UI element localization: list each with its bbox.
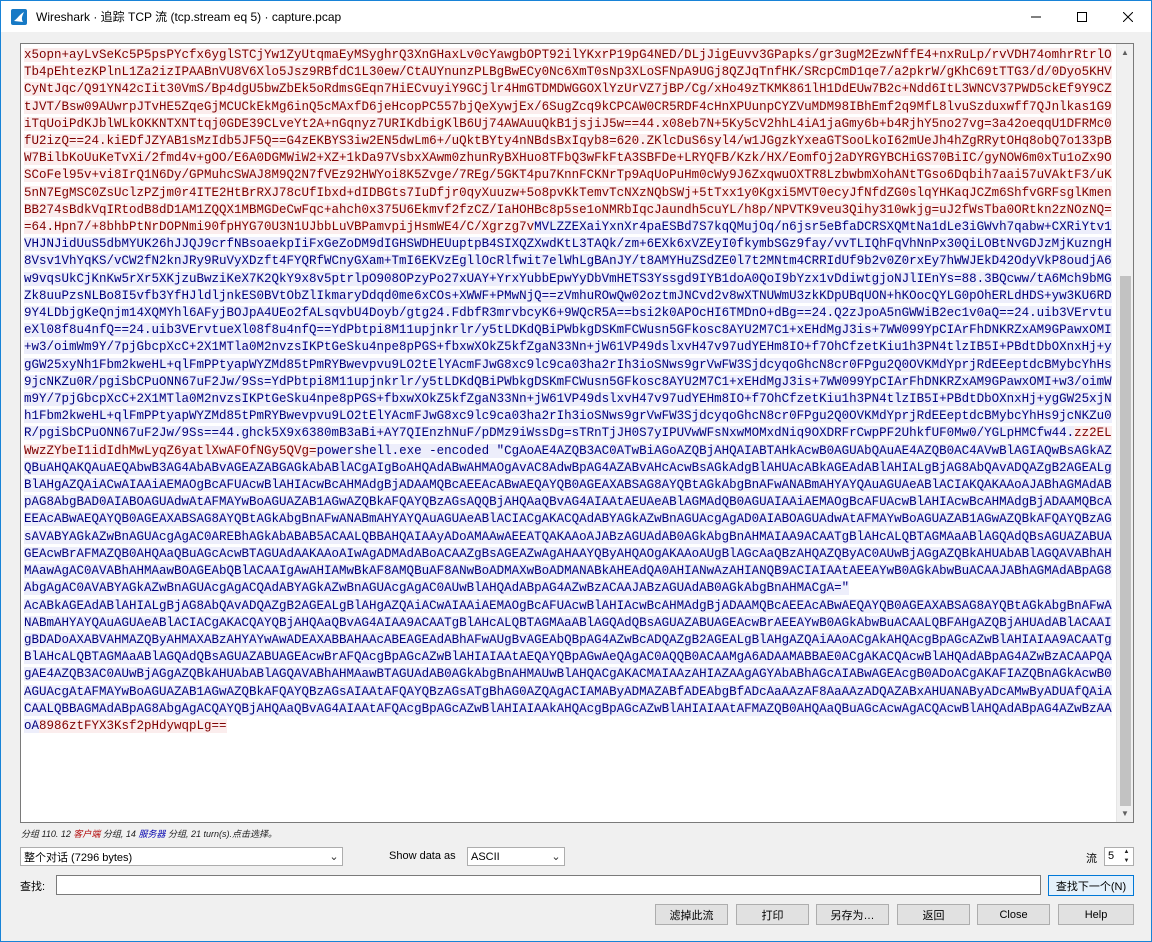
client-label: 客户端	[73, 829, 101, 839]
stream-text[interactable]: x5opn+ayLvSeKc5P5psPYcfx6yglSTCjYw1ZyUtq…	[24, 47, 1117, 819]
wireshark-fin-icon	[10, 8, 28, 26]
find-next-button[interactable]: 查找下一个(N)	[1048, 875, 1134, 896]
conversation-select[interactable]: 整个对话 (7296 bytes) ⌄	[20, 847, 343, 866]
close-button[interactable]: Close	[977, 904, 1050, 925]
show-data-select-value: ASCII	[471, 850, 500, 863]
client-segment[interactable]: 8986ztFYX3Ksf2pHdywqpLg==	[39, 718, 227, 733]
show-data-label: Show data as	[389, 850, 456, 862]
save-as-button[interactable]: 另存为…	[816, 904, 889, 925]
spin-down-icon[interactable]: ▼	[1120, 857, 1133, 865]
stream-summary: 分组 110. 12 客户端 分组, 14 服务器 分组, 21 turn(s)…	[21, 827, 277, 840]
filter-out-button[interactable]: 滤掉此流	[655, 904, 728, 925]
stream-content-area[interactable]: x5opn+ayLvSeKc5P5psPYcfx6yglSTCjYw1ZyUtq…	[20, 43, 1134, 823]
show-data-select[interactable]: ASCII ⌄	[467, 847, 565, 866]
title-bar[interactable]: Wireshark · 追踪 TCP 流 (tcp.stream eq 5) ·…	[1, 1, 1151, 32]
server-segment[interactable]: MVLZZEXaiYxnXr4paESBd7S7kqQMujOq/n6jsr5e…	[24, 220, 1112, 441]
minimize-button[interactable]	[1013, 1, 1059, 32]
summary-mid: 分组, 14	[102, 829, 136, 839]
chevron-down-icon: ⌄	[551, 851, 561, 863]
vertical-scrollbar[interactable]: ▲ ▼	[1116, 44, 1133, 822]
server-segment[interactable]: powershell.exe -encoded "CgAoAE4AZQB3AC0…	[24, 443, 1112, 733]
back-button[interactable]: 返回	[897, 904, 970, 925]
find-label: 查找:	[20, 881, 46, 893]
client-segment[interactable]: x5opn+ayLvSeKc5P5psPYcfx6yglSTCjYw1ZyUtq…	[24, 48, 1112, 235]
window-title: Wireshark · 追踪 TCP 流 (tcp.stream eq 5) ·…	[36, 10, 342, 24]
scroll-up-icon[interactable]: ▲	[1117, 44, 1133, 61]
spin-up-icon[interactable]: ▲	[1120, 848, 1133, 856]
find-input[interactable]	[56, 875, 1041, 895]
conversation-select-value: 整个对话 (7296 bytes)	[24, 851, 133, 864]
chevron-down-icon: ⌄	[329, 851, 339, 863]
maximize-icon	[1077, 11, 1087, 22]
follow-tcp-stream-window: Wireshark · 追踪 TCP 流 (tcp.stream eq 5) ·…	[0, 0, 1152, 942]
stream-number-label: 流	[1086, 853, 1097, 865]
stream-number-spinbox[interactable]: 5 ▲ ▼	[1104, 847, 1134, 866]
close-icon	[1123, 11, 1133, 22]
summary-suffix: 分组, 21 turn(s).点击选择。	[167, 829, 277, 839]
stream-number-value: 5	[1108, 850, 1115, 862]
help-button[interactable]: Help	[1058, 904, 1134, 925]
minimize-icon	[1031, 16, 1041, 17]
server-label: 服务器	[138, 829, 166, 839]
maximize-button[interactable]	[1059, 1, 1105, 32]
summary-prefix: 分组 110. 12	[21, 829, 71, 839]
scroll-down-icon[interactable]: ▼	[1117, 805, 1133, 822]
window-controls	[1013, 1, 1151, 32]
print-button[interactable]: 打印	[736, 904, 809, 925]
close-window-button[interactable]	[1105, 1, 1151, 32]
scrollbar-thumb[interactable]	[1120, 276, 1131, 806]
